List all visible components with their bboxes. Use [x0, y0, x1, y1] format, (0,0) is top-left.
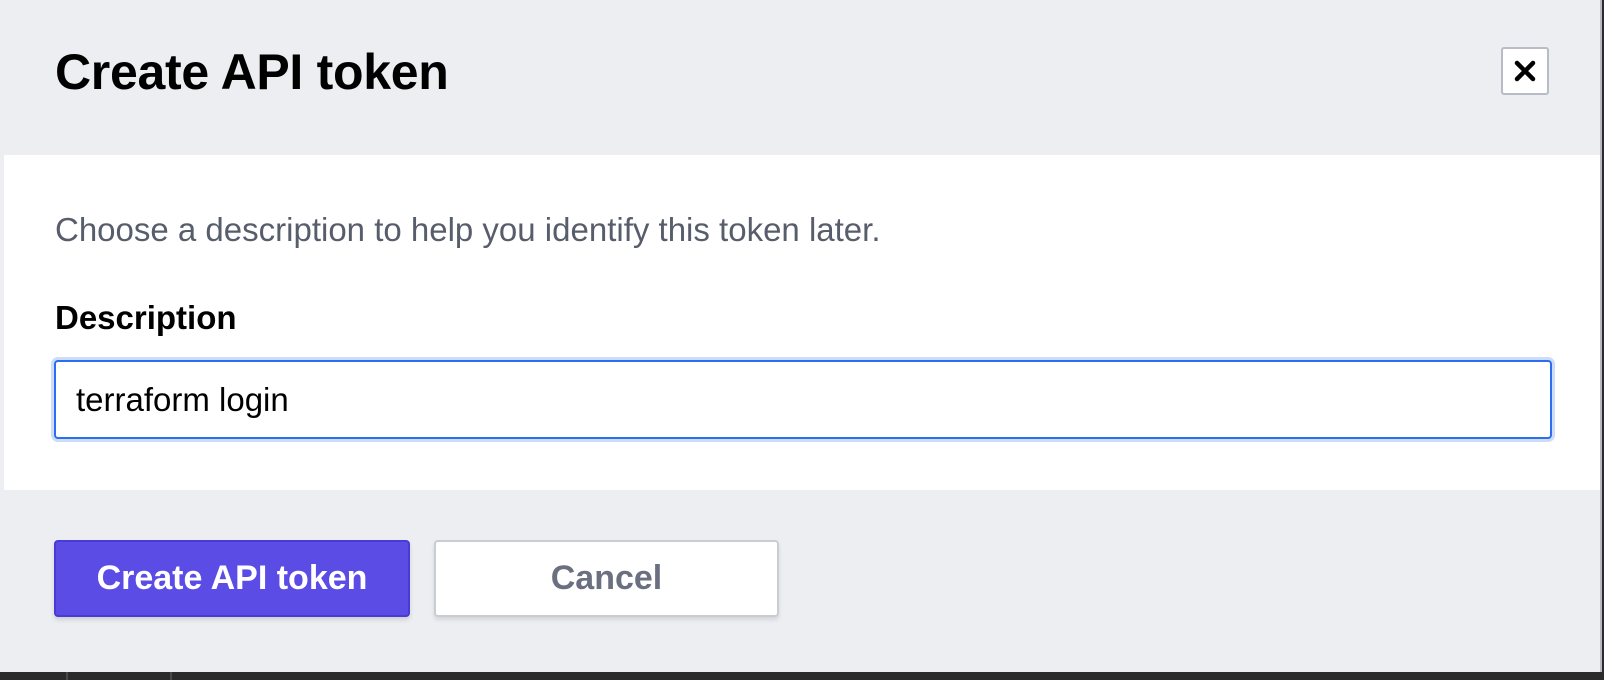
- description-label: Description: [55, 299, 237, 336]
- create-api-token-dialog: Create API token Choose a description to…: [0, 0, 1602, 672]
- background-divider: [170, 672, 172, 680]
- create-api-token-button[interactable]: Create API token: [54, 540, 410, 617]
- background-window-edge: [0, 672, 1604, 680]
- background-divider: [66, 672, 68, 680]
- dialog-footer: Create API token Cancel: [0, 490, 1600, 672]
- dialog-body: Choose a description to help you identif…: [4, 155, 1600, 490]
- cancel-button[interactable]: Cancel: [434, 540, 779, 617]
- dialog-description-text: Choose a description to help you identif…: [55, 211, 881, 248]
- dialog-title: Create API token: [55, 44, 449, 100]
- close-button[interactable]: [1501, 47, 1549, 95]
- close-icon: [1514, 60, 1536, 82]
- dialog-header: Create API token: [0, 0, 1600, 155]
- description-input[interactable]: [54, 360, 1552, 439]
